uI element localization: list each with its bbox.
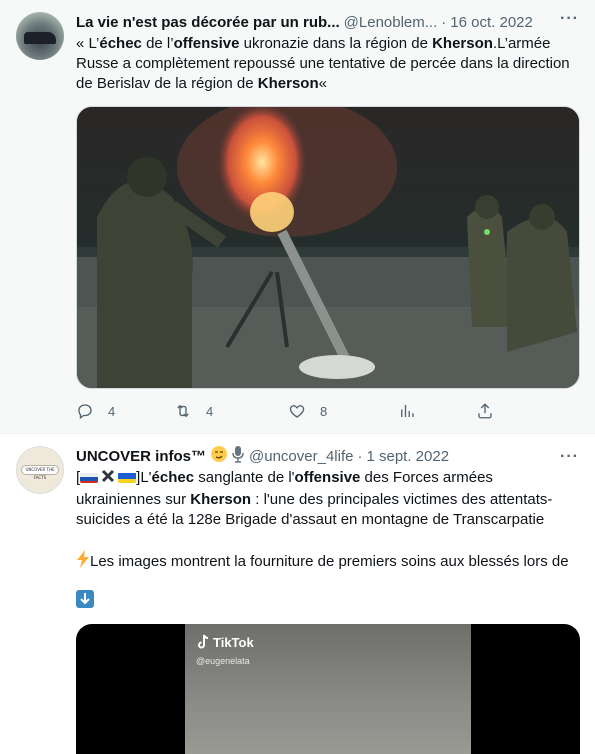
tweet-photo[interactable]	[76, 106, 580, 389]
avatar[interactable]	[16, 12, 64, 60]
share-button[interactable]	[476, 402, 494, 420]
tweet-date[interactable]: 1 sept. 2022	[366, 448, 449, 465]
tiktok-watermark: TikTok	[196, 634, 254, 650]
author-name[interactable]: La vie n'est pas décorée par un rub...	[76, 14, 340, 31]
more-icon[interactable]: ···	[560, 448, 579, 466]
down-arrow-icon	[76, 590, 94, 612]
reply-count: 4	[108, 403, 116, 419]
author-handle[interactable]: @uncover_4life	[249, 448, 353, 465]
like-button[interactable]: 8	[288, 402, 398, 420]
retweet-icon	[177, 404, 189, 418]
avatar-logo: UNCOVER THE FACTS	[21, 465, 59, 480]
views-button[interactable]	[398, 402, 476, 420]
mortar-photo	[77, 107, 579, 388]
author-handle[interactable]: @Lenoblem...	[344, 14, 438, 31]
smirk-emoji-icon	[210, 445, 228, 467]
reply-button[interactable]: 4	[76, 402, 174, 420]
tweet-text-paragraph: Les images montrent la fourniture de pre…	[76, 550, 579, 574]
tweet-header: UNCOVER infos™ @uncover_4life · 1 sept. …	[76, 446, 579, 466]
share-icon	[478, 403, 492, 419]
tweet-2[interactable]: UNCOVER THE FACTS UNCOVER infos™ @uncove…	[0, 434, 595, 754]
views-icon	[401, 405, 414, 417]
like-count: 8	[320, 403, 328, 419]
microphone-icon	[231, 445, 245, 467]
ukraine-flag-icon	[118, 471, 137, 483]
russia-flag-icon	[80, 471, 99, 483]
tiktok-username: @eugenelata	[196, 656, 250, 666]
tweet-text: []L'échec sanglante de l'offensive des F…	[76, 468, 553, 528]
tiktok-label: TikTok	[213, 634, 254, 650]
lightning-icon	[76, 550, 90, 574]
tweet-video[interactable]: TikTok @eugenelata	[76, 624, 580, 754]
avatar[interactable]: UNCOVER THE FACTS	[16, 446, 64, 494]
separator-dot: ·	[441, 13, 447, 31]
down-arrow-emoji	[76, 590, 579, 612]
tweet-1[interactable]: La vie n'est pas décorée par un rub... @…	[0, 0, 595, 434]
retweet-count: 4	[206, 403, 214, 419]
tiktok-icon	[198, 634, 209, 649]
tweet-text: « L’échec de l’offensive ukronazie dans …	[76, 35, 570, 92]
cross-mark-icon	[100, 468, 116, 490]
tweet-header: La vie n'est pas décorée par un rub... @…	[76, 12, 579, 32]
tweet-actions: 4 4 8	[76, 399, 579, 423]
retweet-button[interactable]: 4	[174, 402, 288, 420]
reply-icon	[78, 404, 92, 420]
like-icon	[289, 405, 305, 418]
separator-dot: ·	[357, 447, 363, 465]
tweet-date[interactable]: 16 oct. 2022	[450, 14, 533, 31]
author-name[interactable]: UNCOVER infos™	[76, 448, 206, 465]
more-icon[interactable]: ···	[560, 10, 579, 28]
